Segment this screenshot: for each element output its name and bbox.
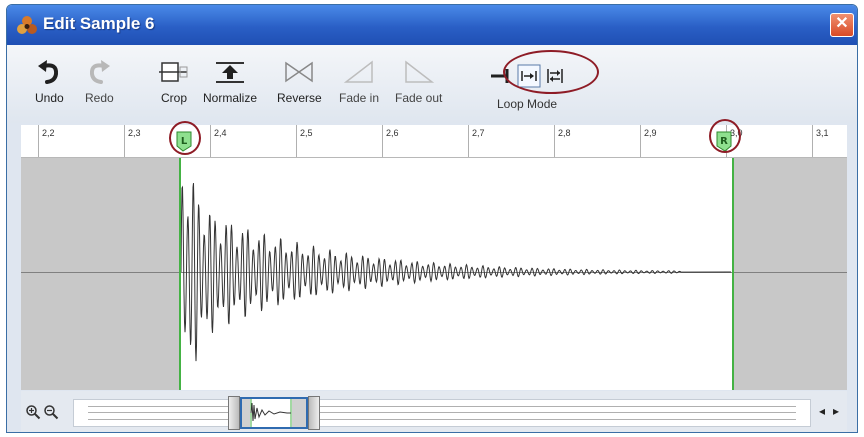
ruler-tick-label: 2,6 xyxy=(386,128,399,138)
undo-button[interactable]: Undo xyxy=(35,59,64,105)
ruler-tick-label: 2,3 xyxy=(128,128,141,138)
annotation-circle-loop-start xyxy=(169,121,201,155)
normalize-button[interactable]: Normalize xyxy=(203,59,257,105)
ruler-tick-label: 2,5 xyxy=(300,128,313,138)
overview-line-top xyxy=(88,406,796,407)
title-bar[interactable]: Edit Sample 6 ✕ xyxy=(7,5,857,45)
ruler-tick xyxy=(210,125,211,157)
waveform xyxy=(180,183,732,362)
fade-in-label: Fade in xyxy=(339,91,380,105)
overview-strip[interactable] xyxy=(73,396,811,430)
viewport-right-handle[interactable] xyxy=(308,396,320,430)
ruler-tick-label: 2,8 xyxy=(558,128,571,138)
loop-start-line[interactable] xyxy=(179,158,181,390)
redo-icon xyxy=(90,60,111,84)
crop-icon xyxy=(159,62,188,82)
zoom-out-icon[interactable] xyxy=(43,404,59,420)
scroll-right-arrow-icon[interactable]: ▸ xyxy=(833,404,839,418)
ruler-tick-label: 2,2 xyxy=(42,128,55,138)
ruler-tick xyxy=(554,125,555,157)
undo-label: Undo xyxy=(35,91,64,105)
waveform-trace xyxy=(180,183,732,362)
ruler-tick xyxy=(382,125,383,157)
fade-out-button[interactable]: Fade out xyxy=(395,59,442,105)
fade-out-label: Fade out xyxy=(395,91,443,105)
crop-label: Crop xyxy=(160,91,187,105)
ruler-tick-label: 3,1 xyxy=(816,128,829,138)
viewport-window[interactable] xyxy=(240,397,308,429)
redo-label: Redo xyxy=(85,91,114,105)
fade-in-icon xyxy=(343,60,373,83)
crop-button[interactable]: Crop xyxy=(157,59,191,105)
app-logo-icon xyxy=(17,16,37,34)
mini-waveform-icon xyxy=(242,399,306,427)
edit-sample-window: Edit Sample 6 ✕ Undo Redo Crop Normalize… xyxy=(6,4,858,433)
ruler-tick-label: 2,4 xyxy=(214,128,227,138)
viewport-left-handle[interactable] xyxy=(228,396,240,430)
reverse-label: Reverse xyxy=(277,91,322,105)
overview-line-mid xyxy=(88,412,796,413)
ruler-tick xyxy=(38,125,39,157)
overview-navigator: ◂ ▸ xyxy=(21,391,847,432)
ruler-tick xyxy=(124,125,125,157)
normalize-label: Normalize xyxy=(203,91,258,105)
ruler-tick-label: 2,7 xyxy=(472,128,485,138)
waveform-view[interactable] xyxy=(21,158,847,390)
ruler-tick xyxy=(296,125,297,157)
annotation-circle-loop-mode xyxy=(503,50,599,94)
fade-out-icon xyxy=(404,60,434,83)
toolbar: Undo Redo Crop Normalize Reverse Fade in… xyxy=(7,45,857,123)
close-button[interactable]: ✕ xyxy=(830,13,854,37)
window-title: Edit Sample 6 xyxy=(43,14,155,33)
overview-line-bottom xyxy=(88,419,796,420)
ruler-tick xyxy=(812,125,813,157)
reverse-icon xyxy=(285,61,314,83)
scroll-left-arrow-icon[interactable]: ◂ xyxy=(819,404,825,418)
ruler-tick-label: 2,9 xyxy=(644,128,657,138)
fade-in-button[interactable]: Fade in xyxy=(339,59,379,105)
ruler-tick xyxy=(468,125,469,157)
loop-mode-label: Loop Mode xyxy=(497,97,558,111)
zoom-in-icon[interactable] xyxy=(25,404,41,420)
normalize-icon xyxy=(216,62,244,83)
ruler-tick xyxy=(640,125,641,157)
undo-icon xyxy=(38,60,59,84)
redo-button[interactable]: Redo xyxy=(85,59,114,105)
loop-end-line[interactable] xyxy=(732,158,734,390)
annotation-circle-loop-end xyxy=(709,119,741,153)
reverse-button[interactable]: Reverse xyxy=(277,59,322,105)
